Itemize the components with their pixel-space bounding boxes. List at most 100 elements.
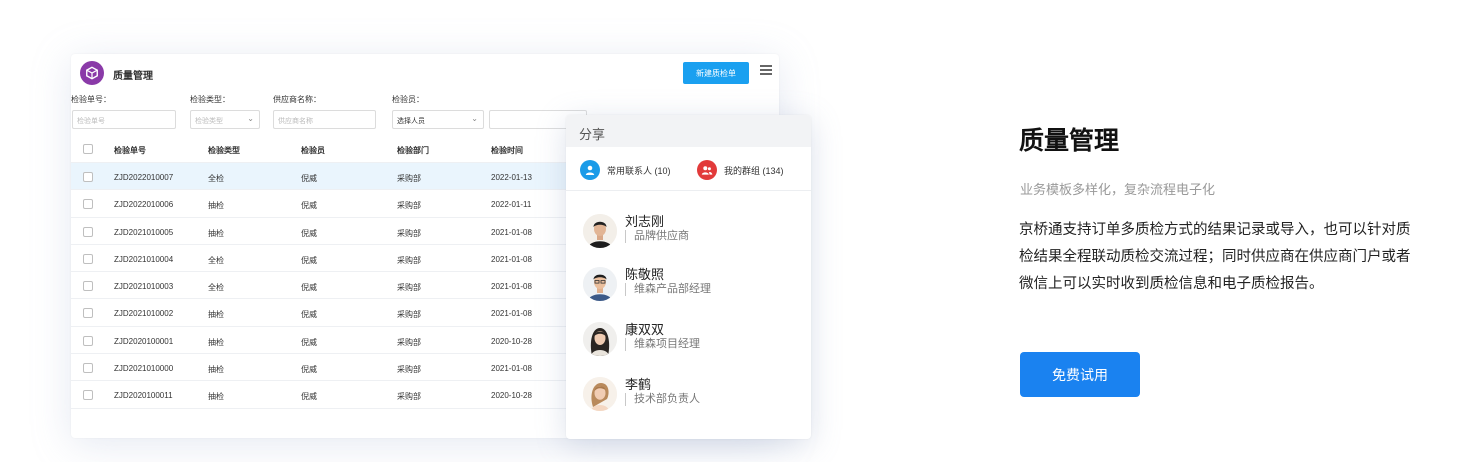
share-panel: 分享 常用联系人 (10) 我的群组 (134) 刘志刚 品牌供应商 陈敬照 维… [566, 115, 811, 439]
select-all-checkbox[interactable] [83, 144, 93, 154]
cell-type: 全检 [208, 283, 224, 293]
inspector-select-value: 选择人员 [397, 118, 425, 125]
row-checkbox[interactable] [83, 199, 93, 210]
cell-dept: 采购部 [397, 201, 421, 211]
promo-title: 质量管理 [1019, 127, 1120, 155]
col-type: 检验类型 [208, 146, 240, 155]
cell-dept: 采购部 [397, 310, 421, 320]
cell-dept: 采购部 [397, 228, 421, 238]
contact-name: 康双双 [625, 322, 665, 337]
app-header: 质量管理 新建质检单 [71, 54, 779, 94]
cell-type: 抽检 [208, 228, 224, 238]
filter-label-order-no: 检验单号： [71, 95, 111, 104]
tab-frequent-contacts[interactable]: 常用联系人 (10) [580, 158, 671, 182]
row-checkbox[interactable] [83, 172, 93, 182]
cell-inspector: 倪威 [301, 283, 317, 293]
new-inspection-button[interactable]: 新建质检单 [683, 62, 749, 84]
col-dept: 检验部门 [397, 146, 429, 155]
free-trial-button[interactable]: 免费试用 [1020, 352, 1140, 397]
cell-inspector: 倪威 [301, 310, 317, 320]
row-checkbox[interactable] [83, 363, 93, 374]
cell-no: ZJD2020100001 [114, 336, 174, 346]
cell-dept: 采购部 [397, 283, 421, 293]
inspector-select[interactable]: 选择人员 ⌄ [392, 110, 484, 129]
row-checkbox[interactable] [83, 390, 93, 401]
cell-inspector: 倪威 [301, 228, 317, 238]
group-icon [697, 160, 717, 180]
cell-no: ZJD2021010003 [114, 282, 174, 292]
cell-type: 全检 [208, 174, 224, 183]
contact-role: 品牌供应商 [625, 230, 689, 243]
share-title: 分享 [579, 127, 606, 142]
cell-inspector: 倪威 [301, 201, 317, 211]
app-title: 质量管理 [113, 71, 153, 82]
cell-type: 抽检 [208, 201, 224, 211]
row-checkbox[interactable] [83, 281, 93, 292]
promo-subtitle: 业务模板多样化，复杂流程电子化 [1020, 182, 1216, 197]
cell-no: ZJD2022010007 [114, 173, 174, 182]
contact-item[interactable]: 康双双 维森项目经理 [583, 319, 803, 359]
tab-frequent-contacts-label: 常用联系人 (10) [607, 165, 671, 176]
row-checkbox[interactable] [83, 226, 93, 237]
filter-labels: 检验单号： 检验类型： 供应商名称： 检验员： [71, 94, 779, 108]
type-select[interactable]: 检验类型 ⌄ [190, 110, 260, 129]
cell-date: 2021-01-08 [491, 282, 532, 292]
person-icon [580, 160, 600, 180]
cell-date: 2020-10-28 [491, 391, 532, 401]
type-select-value: 检验类型 [195, 118, 223, 125]
cell-date: 2021-01-08 [491, 254, 532, 264]
cell-type: 抽检 [208, 337, 224, 347]
order-no-input[interactable]: 检验单号 [72, 110, 176, 129]
promo-description: 京桥通支持订单多质检方式的结果记录或导入，也可以针对质检结果全程联动质检交流过程… [1019, 222, 1411, 292]
row-checkbox[interactable] [83, 308, 93, 319]
tab-my-groups[interactable]: 我的群组 (134) [697, 158, 784, 182]
contact-name: 陈敬照 [625, 267, 665, 282]
cell-dept: 采购部 [397, 255, 421, 265]
cell-dept: 采购部 [397, 174, 421, 183]
contact-role: 技术部负责人 [625, 393, 700, 406]
avatar [583, 322, 617, 356]
list-menu-icon[interactable] [760, 65, 772, 75]
cell-inspector: 倪威 [301, 392, 317, 402]
cell-no: ZJD2022010006 [114, 200, 174, 210]
cell-no: ZJD2021010005 [114, 227, 174, 237]
share-tabs: 常用联系人 (10) 我的群组 (134) [566, 158, 811, 191]
avatar [583, 267, 617, 301]
cell-no: ZJD2020100011 [114, 391, 173, 401]
cell-inspector: 倪威 [301, 365, 317, 375]
cell-type: 全检 [208, 255, 224, 265]
col-order-no: 检验单号 [114, 146, 146, 155]
cell-dept: 采购部 [397, 365, 421, 375]
cell-inspector: 倪威 [301, 255, 317, 265]
cell-type: 抽检 [208, 310, 224, 320]
cell-date: 2020-10-28 [491, 336, 532, 346]
cube-icon [80, 61, 104, 85]
contact-role: 维森项目经理 [625, 338, 700, 351]
filter-label-supplier: 供应商名称： [273, 95, 321, 104]
cell-no: ZJD2021010002 [114, 309, 174, 319]
contact-name: 李鹤 [625, 377, 652, 392]
supplier-input[interactable]: 供应商名称 [273, 110, 376, 129]
filter-label-type: 检验类型： [190, 95, 230, 104]
cell-date: 2022-01-13 [491, 173, 532, 182]
row-checkbox[interactable] [83, 335, 93, 346]
contact-item[interactable]: 陈敬照 维森产品部经理 [583, 264, 803, 304]
col-date: 检验时间 [491, 146, 523, 155]
chevron-down-icon: ⌄ [471, 114, 478, 123]
cell-inspector: 倪威 [301, 337, 317, 347]
row-checkbox[interactable] [83, 253, 93, 264]
cell-dept: 采购部 [397, 392, 421, 402]
contact-item[interactable]: 李鹤 技术部负责人 [583, 374, 803, 414]
tab-my-groups-label: 我的群组 (134) [724, 165, 784, 176]
filter-label-inspector: 检验员： [392, 95, 424, 104]
cell-no: ZJD2021010000 [114, 364, 174, 374]
cell-date: 2021-01-08 [491, 364, 532, 374]
cell-date: 2022-01-11 [491, 200, 532, 210]
chevron-down-icon: ⌄ [247, 114, 254, 123]
cell-date: 2021-01-08 [491, 227, 532, 237]
contact-name: 刘志刚 [625, 214, 665, 229]
cell-type: 抽检 [208, 392, 224, 402]
contact-role: 维森产品部经理 [625, 283, 711, 296]
share-header: 分享 [566, 115, 811, 147]
contact-item[interactable]: 刘志刚 品牌供应商 [583, 211, 803, 251]
